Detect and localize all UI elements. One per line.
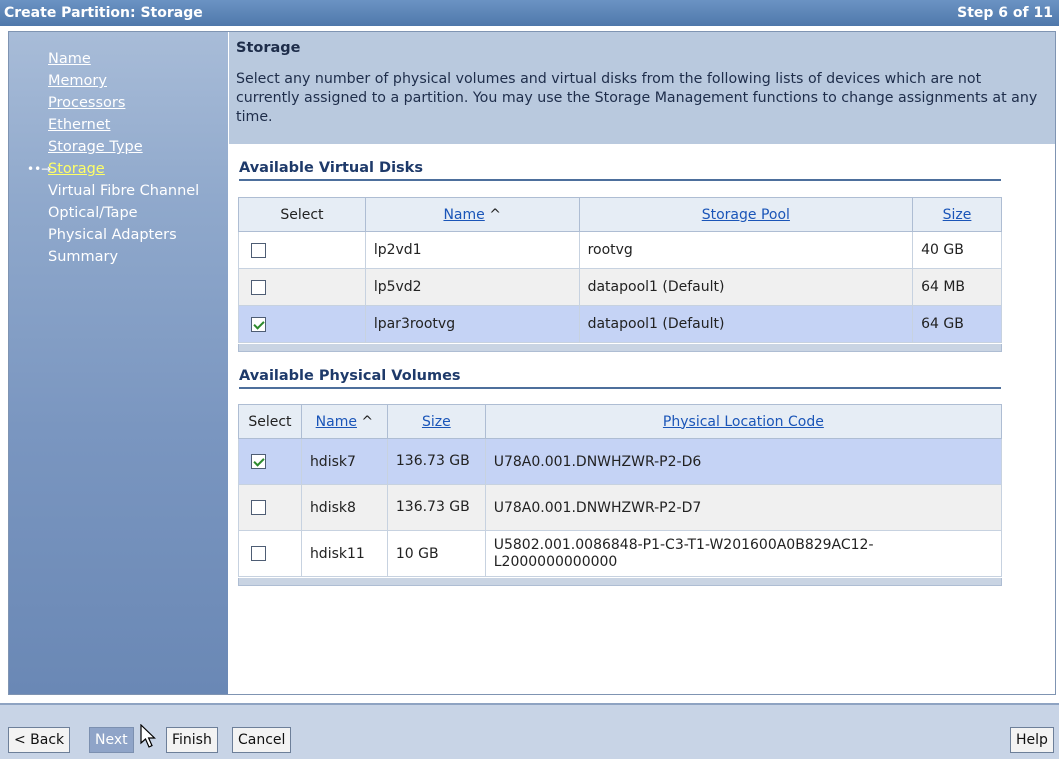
size-cell: 10 GB xyxy=(386,530,486,577)
pool-cell: datapool1 (Default) xyxy=(578,305,914,343)
col-size-link[interactable]: Size xyxy=(422,414,451,430)
size-cell: 136.73 GB xyxy=(386,438,486,485)
table-header-row: Select Name ^ Size Physical Location Cod… xyxy=(238,404,1003,439)
size-cell: 40 GB xyxy=(912,231,1002,269)
size-cell: 64 MB xyxy=(912,268,1002,306)
finish-button[interactable]: Finish xyxy=(166,727,218,753)
select-cell xyxy=(238,305,366,343)
name-cell: lpar3rootvg xyxy=(364,305,580,343)
content-header: Storage Select any number of physical vo… xyxy=(229,32,1055,144)
pool-cell: datapool1 (Default) xyxy=(578,268,914,306)
virtual-disks-table: Select Name ^ Storage Pool Size lp2vd1 r… xyxy=(238,197,1002,343)
col-name-link[interactable]: Name xyxy=(316,414,357,430)
sort-ascending-icon: ^ xyxy=(361,413,374,430)
content-panel: Storage Select any number of physical vo… xyxy=(229,32,1055,694)
col-location-link[interactable]: Physical Location Code xyxy=(663,414,824,430)
col-size-link[interactable]: Size xyxy=(943,207,972,223)
name-cell: lp5vd2 xyxy=(364,268,580,306)
col-storage-pool-link[interactable]: Storage Pool xyxy=(702,207,790,223)
col-size[interactable]: Size xyxy=(386,404,486,439)
col-name-sort[interactable]: Name ^ xyxy=(300,404,388,439)
table-row[interactable]: lp2vd1 rootvg 40 GB xyxy=(238,231,1002,269)
nav-item-name[interactable]: Name xyxy=(9,48,228,70)
table-row[interactable]: lp5vd2 datapool1 (Default) 64 MB xyxy=(238,268,1002,306)
nav-item-optical-tape: Optical/Tape xyxy=(48,205,138,221)
col-physical-location[interactable]: Physical Location Code xyxy=(484,404,1003,439)
select-cell xyxy=(238,530,302,577)
current-step-arrow-icon: ••→ xyxy=(27,162,52,176)
size-cell: 64 GB xyxy=(912,305,1002,343)
page-title: Storage xyxy=(236,40,301,56)
location-cell: U78A0.001.DNWHZWR-P2-D7 xyxy=(484,484,1003,531)
table-row[interactable]: hdisk7 136.73 GB U78A0.001.DNWHZWR-P2-D6 xyxy=(238,438,1003,485)
mouse-pointer-icon xyxy=(140,724,156,748)
name-cell: hdisk8 xyxy=(300,484,388,531)
wizard-nav: Name Memory Processors Ethernet Storage … xyxy=(9,32,228,694)
col-storage-pool[interactable]: Storage Pool xyxy=(578,197,914,232)
row-checkbox[interactable] xyxy=(251,316,266,332)
physical-volumes-table: Select Name ^ Size Physical Location Cod… xyxy=(238,404,1003,577)
nav-item-storage-type[interactable]: Storage Type xyxy=(9,136,228,158)
col-select: Select xyxy=(238,197,366,232)
table-row[interactable]: lpar3rootvg datapool1 (Default) 64 GB xyxy=(238,305,1002,343)
nav-item-storage[interactable]: ••→Storage xyxy=(9,158,228,180)
col-size[interactable]: Size xyxy=(912,197,1002,232)
nav-item-storage-label: Storage xyxy=(48,161,105,177)
next-button[interactable]: Next xyxy=(89,727,134,753)
table-row[interactable]: hdisk8 136.73 GB U78A0.001.DNWHZWR-P2-D7 xyxy=(238,484,1003,531)
name-cell: hdisk11 xyxy=(300,530,388,577)
wizard-frame: Name Memory Processors Ethernet Storage … xyxy=(8,31,1056,695)
row-checkbox[interactable] xyxy=(251,500,266,515)
col-name-sort[interactable]: Name ^ xyxy=(364,197,580,232)
window-title: Create Partition: Storage xyxy=(4,5,203,21)
nav-item-processors[interactable]: Processors xyxy=(9,92,228,114)
cancel-button[interactable]: Cancel xyxy=(232,727,292,753)
row-checkbox[interactable] xyxy=(251,242,266,258)
name-cell: hdisk7 xyxy=(300,438,388,485)
nav-item-virtual-fibre-channel: Virtual Fibre Channel xyxy=(48,183,200,199)
table-row[interactable]: hdisk11 10 GB U5802.001.0086848-P1-C3-T1… xyxy=(238,530,1003,577)
back-button[interactable]: < Back xyxy=(8,727,71,753)
table-header-row: Select Name ^ Storage Pool Size xyxy=(238,197,1002,232)
row-checkbox[interactable] xyxy=(251,279,266,295)
physical-volumes-heading: Available Physical Volumes xyxy=(239,368,1001,389)
select-cell xyxy=(238,268,366,306)
select-cell xyxy=(238,231,366,269)
nav-item-summary: Summary xyxy=(48,249,119,265)
nav-item-ethernet[interactable]: Ethernet xyxy=(9,114,228,136)
step-indicator: Step 6 of 11 xyxy=(957,5,1053,21)
sort-ascending-icon: ^ xyxy=(489,206,501,223)
col-select: Select xyxy=(238,404,302,439)
location-cell: U5802.001.0086848-P1-C3-T1-W201600A0B829… xyxy=(484,530,1003,577)
table-footer-bar xyxy=(238,578,1002,586)
size-cell: 136.73 GB xyxy=(386,484,486,531)
name-cell: lp2vd1 xyxy=(364,231,580,269)
nav-item-physical-adapters: Physical Adapters xyxy=(48,227,177,243)
help-button[interactable]: Help xyxy=(1010,727,1054,753)
location-cell: U78A0.001.DNWHZWR-P2-D6 xyxy=(484,438,1003,485)
nav-item-memory[interactable]: Memory xyxy=(9,70,228,92)
pool-cell: rootvg xyxy=(578,231,914,269)
table-footer-bar xyxy=(238,344,1002,352)
select-cell xyxy=(238,438,302,485)
row-checkbox[interactable] xyxy=(251,546,266,561)
select-cell xyxy=(238,484,302,531)
page-description: Select any number of physical volumes an… xyxy=(236,71,1038,125)
window-titlebar: Create Partition: Storage Step 6 of 11 xyxy=(0,0,1059,26)
virtual-disks-heading: Available Virtual Disks xyxy=(239,160,1001,181)
col-name-link[interactable]: Name xyxy=(443,207,484,223)
row-checkbox[interactable] xyxy=(251,454,266,469)
